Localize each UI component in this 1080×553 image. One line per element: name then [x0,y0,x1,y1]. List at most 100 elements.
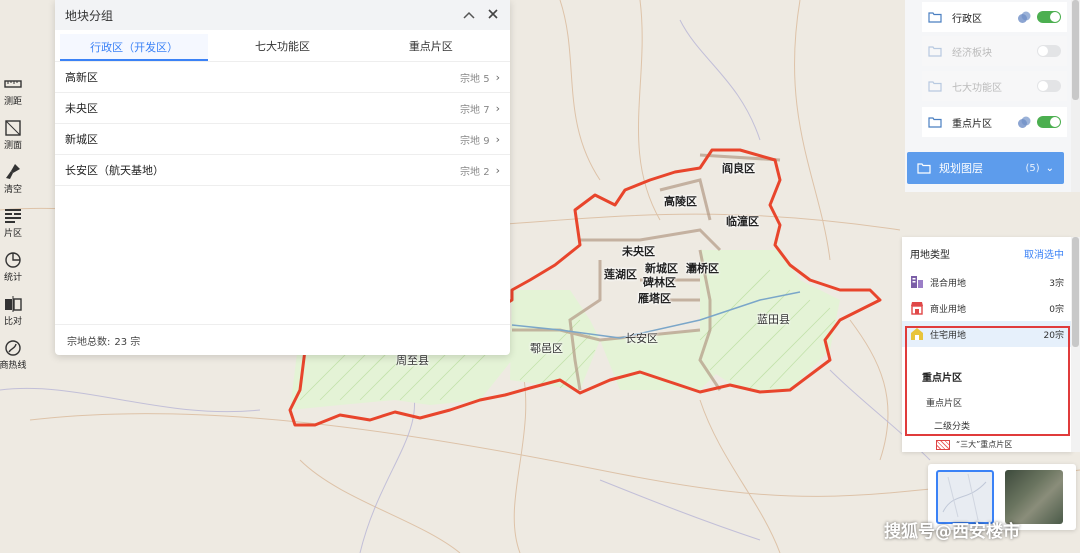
layer-label: 经济板块 [952,47,992,59]
list-item[interactable]: 未央区 宗地 7 › [55,93,510,124]
land-type-count: 20宗 [1043,330,1064,341]
deselect-link[interactable]: 取消选中 [1024,246,1064,261]
land-type-count: 3宗 [1049,278,1064,289]
map-toolbar: 测距 测面 清空 片区 统计 比对 商热线 [0,75,27,383]
tool-label: 商热线 [0,361,27,371]
layer-item-administrative[interactable]: 行政区 [922,2,1067,32]
folder-icon [928,81,942,92]
folder-icon [917,163,931,174]
tab-key-areas[interactable]: 重点片区 [357,30,505,61]
district-tool[interactable]: 片区 [0,207,26,251]
key-area-section-title: 重点片区 [922,373,962,384]
close-icon[interactable] [486,8,500,22]
folder-icon [928,12,942,23]
total-value: 23 宗 [114,336,141,348]
tool-label: 测距 [3,97,22,107]
map-label-yanta: 雁塔区 [638,292,671,305]
chevron-right-icon: › [495,101,500,115]
list-item[interactable]: 长安区（航天基地） 宗地 2 › [55,155,510,186]
tab-administrative-district[interactable]: 行政区（开发区） [60,34,209,61]
tab-seven-function-zones[interactable]: 七大功能区 [208,30,356,61]
heat-line-tool[interactable]: 商热线 [0,339,27,383]
plan-layer-group[interactable]: 规划图层 (5) ⌄ [907,152,1064,184]
folder-icon [928,46,942,57]
land-type-commercial[interactable]: 商业用地 0宗 [902,295,1072,321]
tool-label: 比对 [3,317,22,327]
land-type-residential[interactable]: 住宅用地 20宗 [902,321,1072,347]
panel-footer: 宗地总数: 23 宗 [55,324,510,355]
compare-icon [5,296,22,312]
land-type-label: 住宅用地 [930,330,967,341]
land-type-mixed[interactable]: 混合用地 3宗 [902,269,1072,295]
parcel-count: 宗地 2 [460,166,490,178]
map-label-huyi: 鄠邑区 [530,342,563,355]
key-area-legend: “三大”重点片区 [936,439,1012,450]
panel-title: 地块分组 [65,8,114,23]
map-label-yanliang: 阎良区 [722,162,755,175]
layer-item-economic-sector[interactable]: 经济板块 [922,36,1067,66]
tool-label: 清空 [3,185,22,195]
opacity-icon[interactable] [1017,115,1031,129]
district-name: 长安区（航天基地） [65,164,164,177]
tool-label: 测面 [3,141,22,151]
list-item[interactable]: 高新区 宗地 5 › [55,62,510,93]
measure-area-tool[interactable]: 测面 [0,119,26,163]
broom-icon [6,164,20,179]
vector-basemap-thumb[interactable] [936,470,994,524]
key-area-subtitle: 重点片区 [926,399,963,409]
satellite-basemap-thumb[interactable] [1005,470,1063,524]
parcel-group-panel: 地块分组 行政区（开发区） 七大功能区 重点片区 高新区 宗地 5 › 未央区 宗… [55,0,510,355]
layer-item-key-areas[interactable]: 重点片区 [922,107,1067,137]
panel-header: 地块分组 [55,0,510,30]
parcel-count: 宗地 7 [460,104,490,116]
statistics-tool[interactable]: 统计 [0,251,26,295]
tool-label: 统计 [3,273,22,283]
layer-toggle[interactable] [1037,116,1061,128]
measure-distance-tool[interactable]: 测距 [0,75,26,119]
tool-label: 片区 [3,229,22,239]
area-measure-icon [5,120,21,136]
land-type-panel: 用地类型 取消选中 混合用地 3宗 商业用地 0宗 住宅用地 20宗 重点片区 … [902,237,1072,452]
layer-label: 重点片区 [952,118,992,130]
map-label-lantian: 蓝田县 [757,313,790,326]
clear-tool[interactable]: 清空 [0,163,26,207]
opacity-icon[interactable] [1017,10,1031,24]
land-type-label: 混合用地 [930,278,967,289]
district-name: 未央区 [65,102,98,115]
house-icon [911,328,923,340]
pie-chart-icon [5,252,21,268]
compare-tool[interactable]: 比对 [0,295,26,339]
district-name: 新城区 [65,133,98,146]
district-list: 高新区 宗地 5 › 未央区 宗地 7 › 新城区 宗地 9 › 长安区（航天基地） … [55,62,510,186]
layer-scrollbar[interactable] [1071,0,1080,192]
chevron-down-icon: ⌄ [1045,162,1054,174]
layer-item-seven-function-zones[interactable]: 七大功能区 [922,71,1067,101]
map-label-lianhu: 莲湖区 [604,268,637,281]
land-panel-scrollbar[interactable] [1071,237,1080,452]
layer-toggle[interactable] [1037,45,1061,57]
folder-icon [928,117,942,128]
layer-label: 行政区 [952,13,982,25]
layer-toggle[interactable] [1037,11,1061,23]
group-tabs: 行政区（开发区） 七大功能区 重点片区 [55,30,510,62]
map-label-weiyang: 未央区 [622,245,655,258]
map-label-baqiao: 灞桥区 [686,262,719,275]
list-item[interactable]: 新城区 宗地 9 › [55,124,510,155]
plan-layer-label: 规划图层 [939,162,983,175]
ruler-icon [4,80,22,88]
parcel-count: 宗地 5 [460,73,490,85]
layer-label: 七大功能区 [952,82,1002,94]
land-type-title: 用地类型 [910,249,950,261]
collapse-icon[interactable] [462,8,476,22]
hatch-swatch-icon [936,439,950,450]
chevron-right-icon: › [495,163,500,177]
land-type-label: 商业用地 [930,304,967,315]
map-label-beilin: 碑林区 [643,276,676,289]
chevron-right-icon: › [495,132,500,146]
watermark: 搜狐号@西安楼市 [884,522,1020,542]
map-label-lintong: 临潼区 [726,215,759,228]
layer-toggle[interactable] [1037,80,1061,92]
land-type-count: 0宗 [1049,304,1064,315]
secondary-category-label: 二级分类 [934,422,971,432]
plan-layer-count: (5) [1025,162,1040,174]
